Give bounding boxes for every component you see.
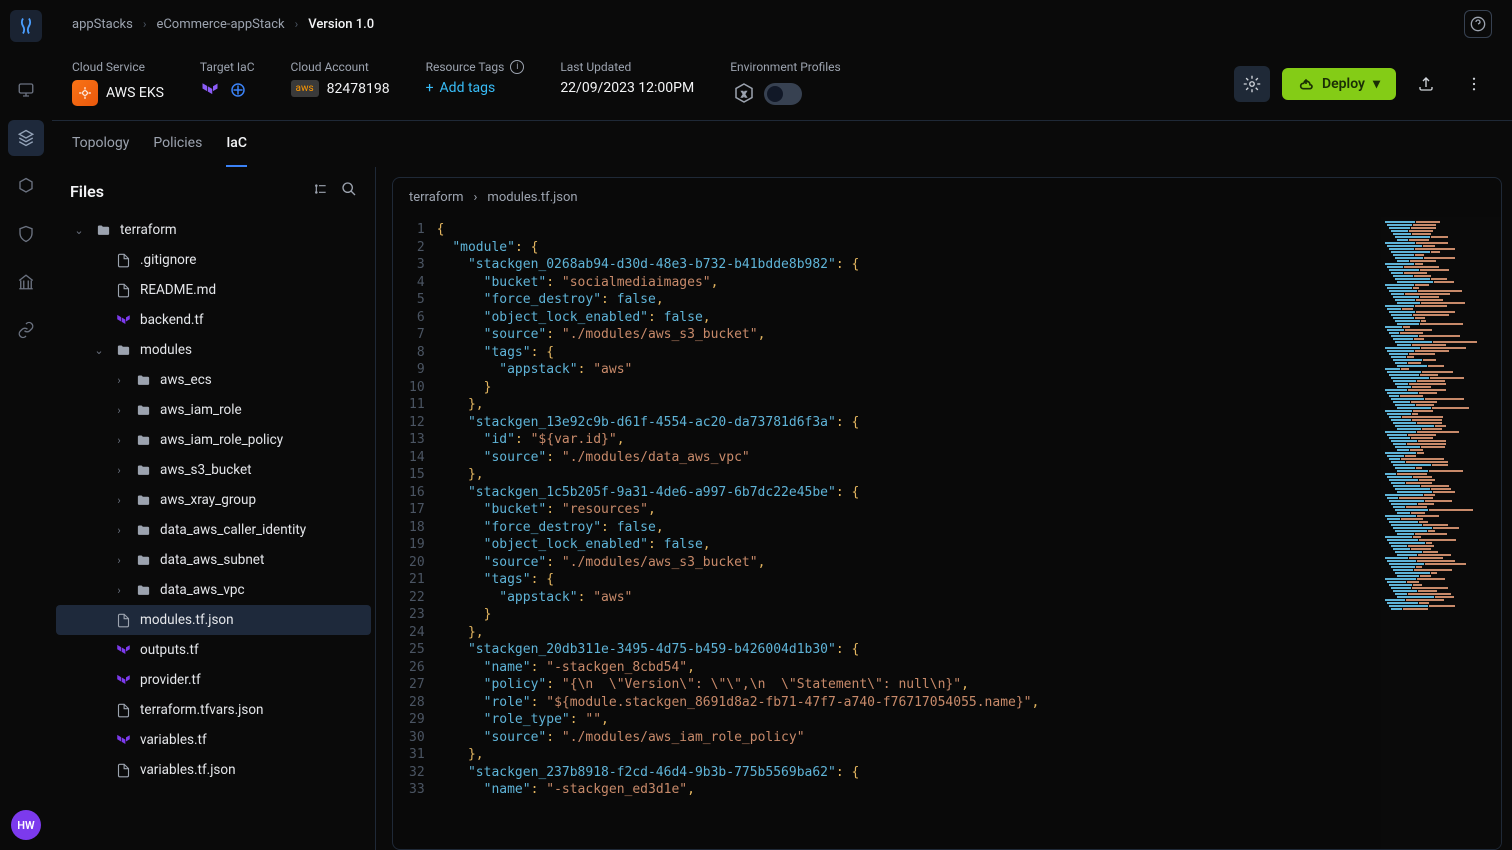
tree-folder[interactable]: ⌄modules [56, 335, 371, 365]
file-panel: Files ⌄terraform.gitignoreREADME.mdbacke… [52, 167, 376, 850]
nav-link-icon[interactable] [8, 312, 44, 348]
tabs: Topology Policies IaC [52, 121, 1512, 167]
chevron-down-icon: ▾ [1373, 76, 1380, 92]
chevron-right-icon: › [474, 190, 478, 205]
nav-stacks-icon[interactable] [8, 120, 44, 156]
settings-button[interactable] [1234, 66, 1270, 102]
search-icon[interactable] [341, 181, 357, 201]
tree-file[interactable]: README.md [56, 275, 371, 305]
tab-iac[interactable]: IaC [226, 121, 247, 167]
tree-file[interactable]: outputs.tf [56, 635, 371, 665]
nav-shield-icon[interactable] [8, 216, 44, 252]
code-editor[interactable]: { "module": { "stackgen_0268ab94-d30d-48… [437, 217, 1381, 849]
tree-folder[interactable]: ⌄terraform [56, 215, 371, 245]
tree-folder[interactable]: ›data_aws_subnet [56, 545, 371, 575]
tree-folder[interactable]: ›data_aws_caller_identity [56, 515, 371, 545]
logo[interactable] [10, 10, 42, 42]
breadcrumb-item[interactable]: eCommerce-appStack [156, 17, 284, 32]
chevron-right-icon: › [143, 17, 147, 31]
nav-rail: HW [0, 0, 52, 850]
tree-file[interactable]: backend.tf [56, 305, 371, 335]
files-title: Files [70, 182, 104, 201]
nav-governance-icon[interactable] [8, 264, 44, 300]
minimap[interactable] [1381, 217, 1501, 849]
help-button[interactable] [1464, 10, 1492, 38]
profile-toggle[interactable] [764, 83, 802, 105]
svg-text:x: x [742, 89, 747, 100]
nav-hexagon-icon[interactable] [8, 168, 44, 204]
profile-hex-icon: x [730, 80, 758, 108]
tree-folder[interactable]: ›aws_iam_role [56, 395, 371, 425]
tree-folder[interactable]: ›aws_iam_role_policy [56, 425, 371, 455]
breadcrumb-item-active: Version 1.0 [308, 17, 374, 32]
chevron-right-icon: › [295, 17, 299, 31]
target-iac: Target IaC [200, 60, 255, 108]
tree-folder[interactable]: ›aws_xray_group [56, 485, 371, 515]
tree-folder[interactable]: ›aws_ecs [56, 365, 371, 395]
export-button[interactable] [1408, 66, 1444, 102]
cloud-service: Cloud Service AWS EKS [72, 60, 164, 108]
tree-collapse-icon[interactable] [313, 181, 329, 201]
tab-topology[interactable]: Topology [72, 121, 129, 167]
add-tags-button[interactable]: + Add tags [426, 80, 525, 96]
terraform-icon [200, 80, 220, 100]
plus-icon: + [426, 80, 434, 96]
aws-badge: aws [291, 80, 319, 97]
tree-file[interactable]: terraform.tfvars.json [56, 695, 371, 725]
user-avatar[interactable]: HW [11, 810, 41, 840]
helm-icon [228, 80, 248, 100]
tree-file[interactable]: provider.tf [56, 665, 371, 695]
environment-profiles: Environment Profiles x [730, 60, 841, 108]
code-breadcrumb: terraform › modules.tf.json [393, 178, 1501, 217]
cloud-account: Cloud Account aws 82478198 [291, 60, 390, 108]
header: appStacks › eCommerce-appStack › Version… [52, 0, 1512, 48]
file-tree: ⌄terraform.gitignoreREADME.mdbackend.tf⌄… [52, 215, 375, 850]
aws-eks-icon [72, 80, 98, 106]
tree-folder[interactable]: ›aws_s3_bucket [56, 455, 371, 485]
tab-policies[interactable]: Policies [153, 121, 202, 167]
line-gutter: 1234567891011121314151617181920212223242… [393, 217, 437, 849]
tree-file[interactable]: variables.tf.json [56, 755, 371, 785]
deploy-button[interactable]: Deploy ▾ [1282, 68, 1396, 100]
last-updated: Last Updated 22/09/2023 12:00PM [560, 60, 694, 108]
breadcrumb: appStacks › eCommerce-appStack › Version… [72, 17, 374, 32]
resource-tags: Resource Tags i + Add tags [426, 60, 525, 108]
more-button[interactable] [1456, 66, 1492, 102]
tree-file[interactable]: .gitignore [56, 245, 371, 275]
breadcrumb-item[interactable]: appStacks [72, 17, 133, 32]
tree-file[interactable]: variables.tf [56, 725, 371, 755]
code-panel: terraform › modules.tf.json 123456789101… [376, 167, 1512, 850]
tree-file[interactable]: modules.tf.json [56, 605, 371, 635]
sub-header: Cloud Service AWS EKS Target IaC [52, 48, 1512, 121]
nav-monitor-icon[interactable] [8, 72, 44, 108]
tree-folder[interactable]: ›data_aws_vpc [56, 575, 371, 605]
info-icon[interactable]: i [510, 60, 524, 74]
